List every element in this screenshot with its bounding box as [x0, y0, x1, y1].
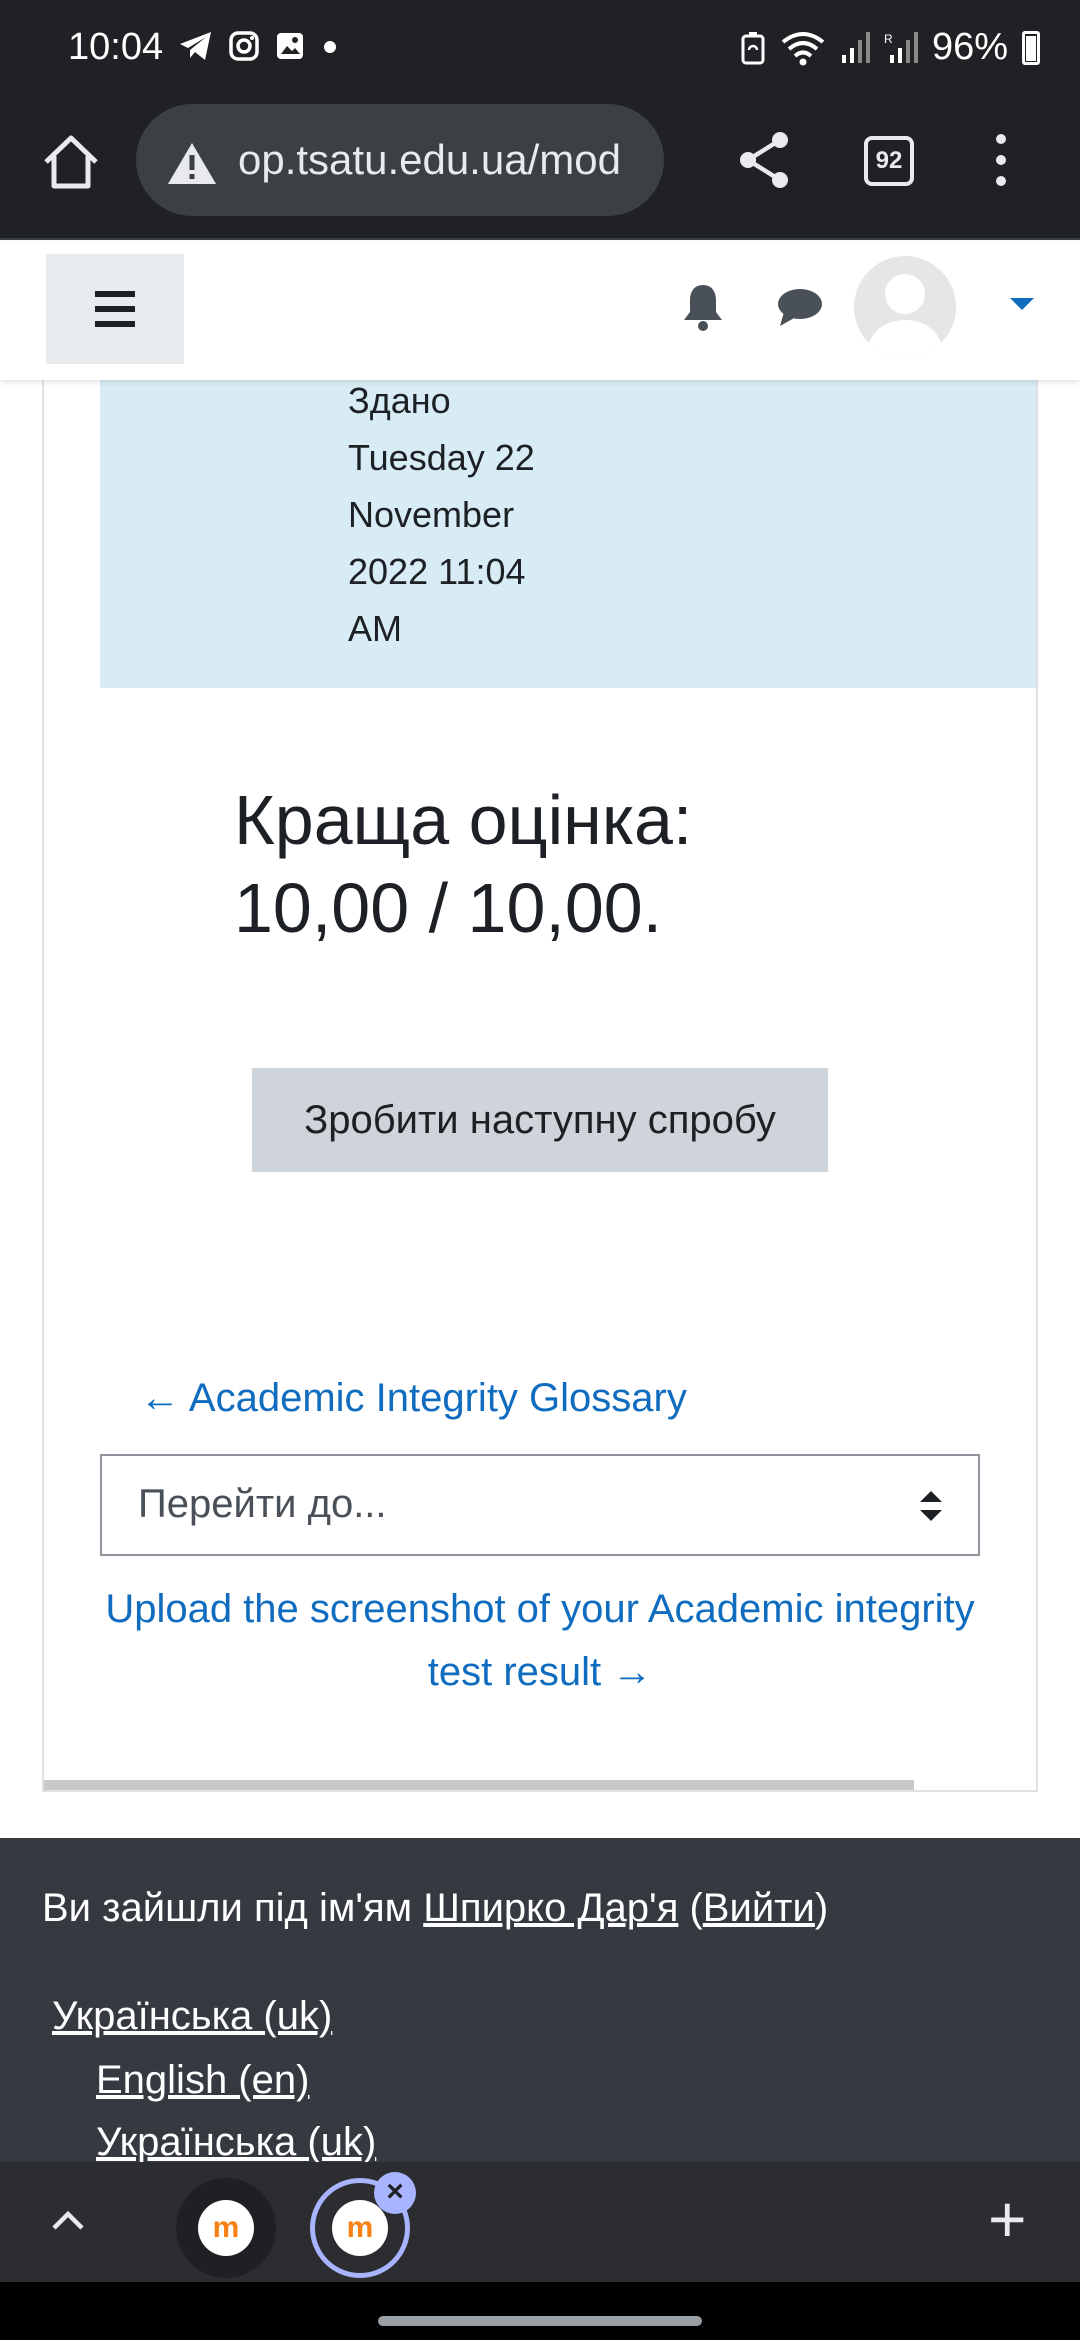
status-time: 10:04: [68, 26, 164, 68]
login-info: Ви зайшли під ім'ям Шпирко Дар'я (Вийти): [42, 1886, 828, 1931]
battery-icon: [1022, 30, 1040, 65]
previous-activity-label: Academic Integrity Glossary: [188, 1376, 687, 1420]
next-activity-link[interactable]: Upload the screenshot of your Academic i…: [100, 1578, 980, 1704]
jump-to-activity-select[interactable]: Перейти до...: [100, 1454, 980, 1556]
tab-switcher-button[interactable]: 92: [864, 136, 914, 186]
gesture-handle[interactable]: [378, 2316, 702, 2326]
more-menu-icon[interactable]: [992, 134, 1010, 190]
battery-saver-icon: [741, 31, 765, 64]
horizontal-scrollbar[interactable]: [44, 1780, 914, 1790]
moodle-favicon-icon: m: [332, 2200, 388, 2256]
share-icon[interactable]: [736, 130, 792, 190]
home-icon[interactable]: [38, 130, 104, 196]
best-grade-heading: Краща оцінка: 10,00 / 10,00.: [234, 776, 692, 952]
best-grade-value: 10,00 / 10,00.: [234, 869, 663, 947]
language-option-en[interactable]: English (en): [96, 2058, 309, 2103]
attempt-summary-box: [100, 380, 1036, 688]
gallery-icon: [277, 33, 303, 59]
language-option-uk[interactable]: Українська (uk): [96, 2120, 376, 2162]
svg-text:R: R: [884, 32, 893, 46]
right-arrow-icon: →: [612, 1650, 653, 1694]
not-secure-warning-icon[interactable]: [166, 140, 218, 186]
gesture-navigation-area: [0, 2282, 1080, 2340]
site-navbar: [0, 242, 1080, 380]
user-profile-link[interactable]: Шпирко Дар'я: [423, 1886, 678, 1930]
language-menu-current[interactable]: Українська (uk): [52, 1994, 332, 2039]
submitted-line: 2022 11:04: [348, 551, 526, 592]
logout-open: (: [678, 1886, 703, 1930]
reattempt-quiz-button[interactable]: Зробити наступну спробу: [252, 1068, 828, 1172]
notification-bell-icon[interactable]: [680, 282, 726, 332]
telegram-icon: [180, 32, 211, 60]
browser-toolbar: op.tsatu.edu.ua/mod 92: [0, 100, 1080, 240]
new-tab-icon[interactable]: +: [988, 2186, 1027, 2252]
messages-icon[interactable]: [776, 286, 824, 328]
jump-to-placeholder: Перейти до...: [138, 1482, 387, 1526]
left-arrow-icon: ←: [140, 1376, 180, 1420]
status-notification-icons: [178, 30, 340, 62]
user-menu-caret-icon[interactable]: [1010, 298, 1034, 310]
url-text[interactable]: op.tsatu.edu.ua/mod: [238, 136, 642, 184]
attempt-submitted-info: Здано Tuesday 22 November 2022 11:04 AM: [348, 372, 535, 657]
nav-drawer-toggle[interactable]: [46, 254, 184, 364]
submitted-line: November: [348, 494, 515, 535]
select-updown-icon: [920, 1491, 942, 1521]
chevron-up-icon[interactable]: [50, 2202, 86, 2238]
status-system-icons: R 96%: [740, 26, 1040, 69]
logout-close: ): [814, 1886, 829, 1930]
submitted-line: Здано: [348, 380, 451, 421]
submitted-line: AM: [348, 608, 402, 649]
browser-tab-strip: m m × +: [0, 2162, 1080, 2282]
moodle-favicon-icon: m: [198, 2200, 254, 2256]
tab-thumbnail[interactable]: m: [176, 2178, 276, 2278]
logged-in-prefix: Ви зайшли під ім'ям: [42, 1886, 424, 1930]
status-bar: 10:04 R 96%: [0, 0, 1080, 100]
instagram-icon: [229, 31, 259, 61]
best-grade-label: Краща оцінка:: [234, 781, 693, 859]
user-avatar[interactable]: [854, 256, 956, 358]
previous-activity-link[interactable]: ← Academic Integrity Glossary: [140, 1376, 687, 1421]
logout-link[interactable]: Вийти: [703, 1886, 815, 1930]
close-tab-icon[interactable]: ×: [374, 2172, 416, 2214]
next-activity-label: Upload the screenshot of your Academic i…: [105, 1587, 975, 1694]
signal-r-icon: R: [884, 31, 918, 63]
wifi-icon: [781, 31, 825, 65]
dot-icon: [324, 41, 336, 53]
signal-icon: [841, 31, 870, 63]
page-footer: Ви зайшли під ім'ям Шпирко Дар'я (Вийти)…: [0, 1838, 1080, 2162]
submitted-line: Tuesday 22: [348, 437, 535, 478]
battery-percent: 96%: [931, 26, 1008, 68]
